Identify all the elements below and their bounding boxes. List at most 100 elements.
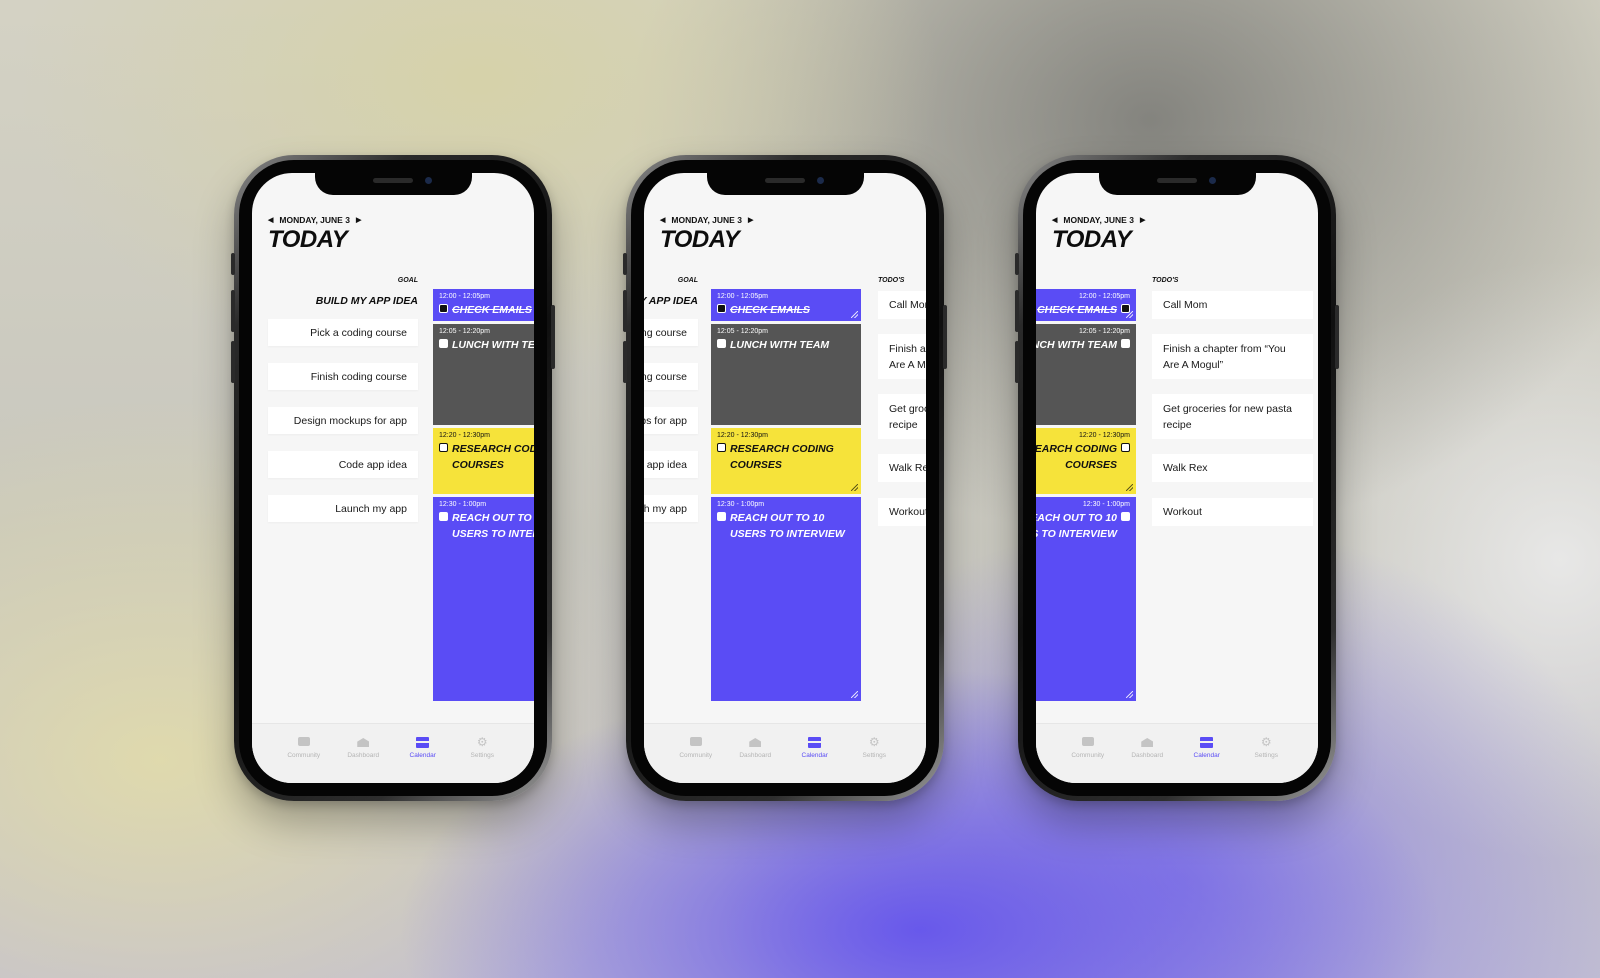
goal-item[interactable]: Code app idea — [644, 451, 698, 478]
todo-item[interactable]: Finish a chapter from “You Are A Mogul” — [878, 334, 926, 379]
resize-handle-icon[interactable] — [1126, 484, 1133, 491]
tab-dashboard[interactable]: Dashboard — [338, 724, 388, 783]
event-checkbox[interactable] — [717, 512, 726, 521]
goal-title: BUILD MY APP IDEA — [315, 295, 418, 307]
date-label: MONDAY, JUNE 3 — [279, 215, 350, 225]
calendar-event[interactable]: 12:00 - 12:05pm CHECK EMAILS — [433, 289, 534, 321]
calendar-event[interactable]: 12:20 - 12:30pm RESEARCH CODING COURSES — [433, 428, 534, 494]
phone-todos-view: ◀ MONDAY, JUNE 3 ▶ TODAY GOAL BUILD MY A… — [1015, 155, 1339, 801]
tab-community[interactable]: Community — [279, 724, 329, 783]
calendar-event[interactable]: 12:05 - 12:20pm LUNCH WITH TEAM — [711, 324, 861, 425]
calendar-icon — [1200, 737, 1214, 748]
event-checkbox[interactable] — [1121, 339, 1130, 348]
event-time: 12:05 - 12:20pm — [439, 328, 490, 335]
event-title: RESEARCH CODING COURSES — [730, 443, 834, 471]
calendar-event[interactable]: 12:20 - 12:30pm RESEARCH CODING COURSES — [711, 428, 861, 494]
calendar-event[interactable]: 12:05 - 12:20pm LUNCH WITH TEAM — [433, 324, 534, 425]
todo-item[interactable]: Call Mom — [1152, 291, 1313, 319]
calendar-event[interactable]: 12:30 - 1:00pm REACH OUT TO 10 USERS TO … — [433, 497, 534, 701]
resize-handle-icon[interactable] — [851, 691, 858, 698]
event-checkbox[interactable] — [439, 512, 448, 521]
event-title: LUNCH WITH TEAM — [452, 339, 534, 351]
event-title: REACH OUT TO 10 USERS TO INTERVIEW — [1036, 512, 1117, 540]
phone-screen: ◀ MONDAY, JUNE 3 ▶ TODAY GOAL BUILD MY A… — [252, 173, 534, 783]
event-checkbox[interactable] — [717, 443, 726, 452]
calendar-icon — [416, 737, 430, 748]
goal-item[interactable]: Design mockups for app — [644, 407, 698, 434]
goal-item[interactable]: Finish coding course — [268, 363, 418, 390]
page-title: TODAY — [268, 226, 348, 253]
event-title: LUNCH WITH TEAM — [1036, 339, 1117, 351]
todo-item[interactable]: Get groceries for new pasta recipe — [878, 394, 926, 439]
chat-icon — [689, 737, 702, 746]
event-checkbox[interactable] — [439, 339, 448, 348]
next-day-icon[interactable]: ▶ — [356, 216, 361, 224]
tab-settings[interactable]: ⚙ Settings — [457, 724, 507, 783]
tab-community[interactable]: Community — [671, 724, 721, 783]
goal-item[interactable]: Design mockups for app — [268, 407, 418, 434]
tab-bar: Community Dashboard Calendar ⚙ Settings — [252, 723, 534, 783]
date-label: MONDAY, JUNE 3 — [671, 215, 742, 225]
event-time: 12:20 - 12:30pm — [1079, 432, 1130, 439]
gear-icon: ⚙ — [1260, 735, 1272, 749]
calendar-event[interactable]: 12:20 - 12:30pm RESEARCH CODING COURSES — [1036, 428, 1136, 494]
todo-item[interactable]: Finish a chapter from “You Are A Mogul” — [1152, 334, 1313, 379]
event-time: 12:05 - 12:20pm — [1079, 328, 1130, 335]
event-title: CHECK EMAILS — [1037, 304, 1117, 316]
tab-calendar[interactable]: Calendar — [1182, 724, 1232, 783]
todo-item[interactable]: Workout — [1152, 498, 1313, 526]
goal-item[interactable]: Pick a coding course — [644, 319, 698, 346]
todo-item[interactable]: Walk Rex — [878, 454, 926, 482]
next-day-icon[interactable]: ▶ — [748, 216, 753, 224]
prev-day-icon[interactable]: ◀ — [660, 216, 665, 224]
resize-handle-icon[interactable] — [851, 484, 858, 491]
goal-item[interactable]: Launch my app — [268, 495, 418, 522]
event-time: 12:05 - 12:20pm — [717, 328, 768, 335]
event-checkbox[interactable] — [439, 443, 448, 452]
resize-handle-icon[interactable] — [851, 311, 858, 318]
calendar-event[interactable]: 12:30 - 1:00pm REACH OUT TO 10 USERS TO … — [1036, 497, 1136, 701]
todo-item[interactable]: Walk Rex — [1152, 454, 1313, 482]
goal-title: BUILD MY APP IDEA — [644, 295, 698, 307]
date-selector: ◀ MONDAY, JUNE 3 ▶ — [1052, 215, 1145, 225]
tab-calendar[interactable]: Calendar — [790, 724, 840, 783]
page-title: TODAY — [1052, 226, 1132, 253]
todo-item[interactable]: Workout — [878, 498, 926, 526]
todo-item[interactable]: Call Mom — [878, 291, 926, 319]
goal-label: GOAL — [397, 277, 418, 284]
event-time: 12:20 - 12:30pm — [439, 432, 490, 439]
calendar-event[interactable]: 12:05 - 12:20pm LUNCH WITH TEAM — [1036, 324, 1136, 425]
board-viewport[interactable]: GOAL BUILD MY APP IDEA Pick a coding cou… — [1036, 269, 1318, 719]
page-title: TODAY — [660, 226, 740, 253]
event-time: 12:00 - 12:05pm — [1079, 293, 1130, 300]
tab-dashboard[interactable]: Dashboard — [1122, 724, 1172, 783]
event-checkbox[interactable] — [439, 304, 448, 313]
resize-handle-icon[interactable] — [1126, 691, 1133, 698]
tab-calendar[interactable]: Calendar — [398, 724, 448, 783]
calendar-event[interactable]: 12:00 - 12:05pm CHECK EMAILS — [1036, 289, 1136, 321]
tab-settings[interactable]: ⚙ Settings — [1241, 724, 1291, 783]
event-checkbox[interactable] — [717, 304, 726, 313]
board-viewport[interactable]: GOAL BUILD MY APP IDEA Pick a coding cou… — [252, 269, 534, 719]
next-day-icon[interactable]: ▶ — [1140, 216, 1145, 224]
tab-settings[interactable]: ⚙ Settings — [849, 724, 899, 783]
todo-item[interactable]: Get groceries for new pasta recipe — [1152, 394, 1313, 439]
calendar-event[interactable]: 12:00 - 12:05pm CHECK EMAILS — [711, 289, 861, 321]
gear-icon: ⚙ — [868, 735, 880, 749]
home-icon — [357, 738, 370, 747]
event-title: CHECK EMAILS — [730, 304, 810, 316]
goal-item[interactable]: Finish coding course — [644, 363, 698, 390]
event-checkbox[interactable] — [1121, 512, 1130, 521]
tab-dashboard[interactable]: Dashboard — [730, 724, 780, 783]
goal-item[interactable]: Code app idea — [268, 451, 418, 478]
goal-item[interactable]: Launch my app — [644, 495, 698, 522]
tab-community[interactable]: Community — [1063, 724, 1113, 783]
event-checkbox[interactable] — [1121, 443, 1130, 452]
prev-day-icon[interactable]: ◀ — [268, 216, 273, 224]
prev-day-icon[interactable]: ◀ — [1052, 216, 1057, 224]
resize-handle-icon[interactable] — [1126, 311, 1133, 318]
event-checkbox[interactable] — [717, 339, 726, 348]
board-viewport[interactable]: GOAL BUILD MY APP IDEA Pick a coding cou… — [644, 269, 926, 719]
calendar-event[interactable]: 12:30 - 1:00pm REACH OUT TO 10 USERS TO … — [711, 497, 861, 701]
goal-item[interactable]: Pick a coding course — [268, 319, 418, 346]
